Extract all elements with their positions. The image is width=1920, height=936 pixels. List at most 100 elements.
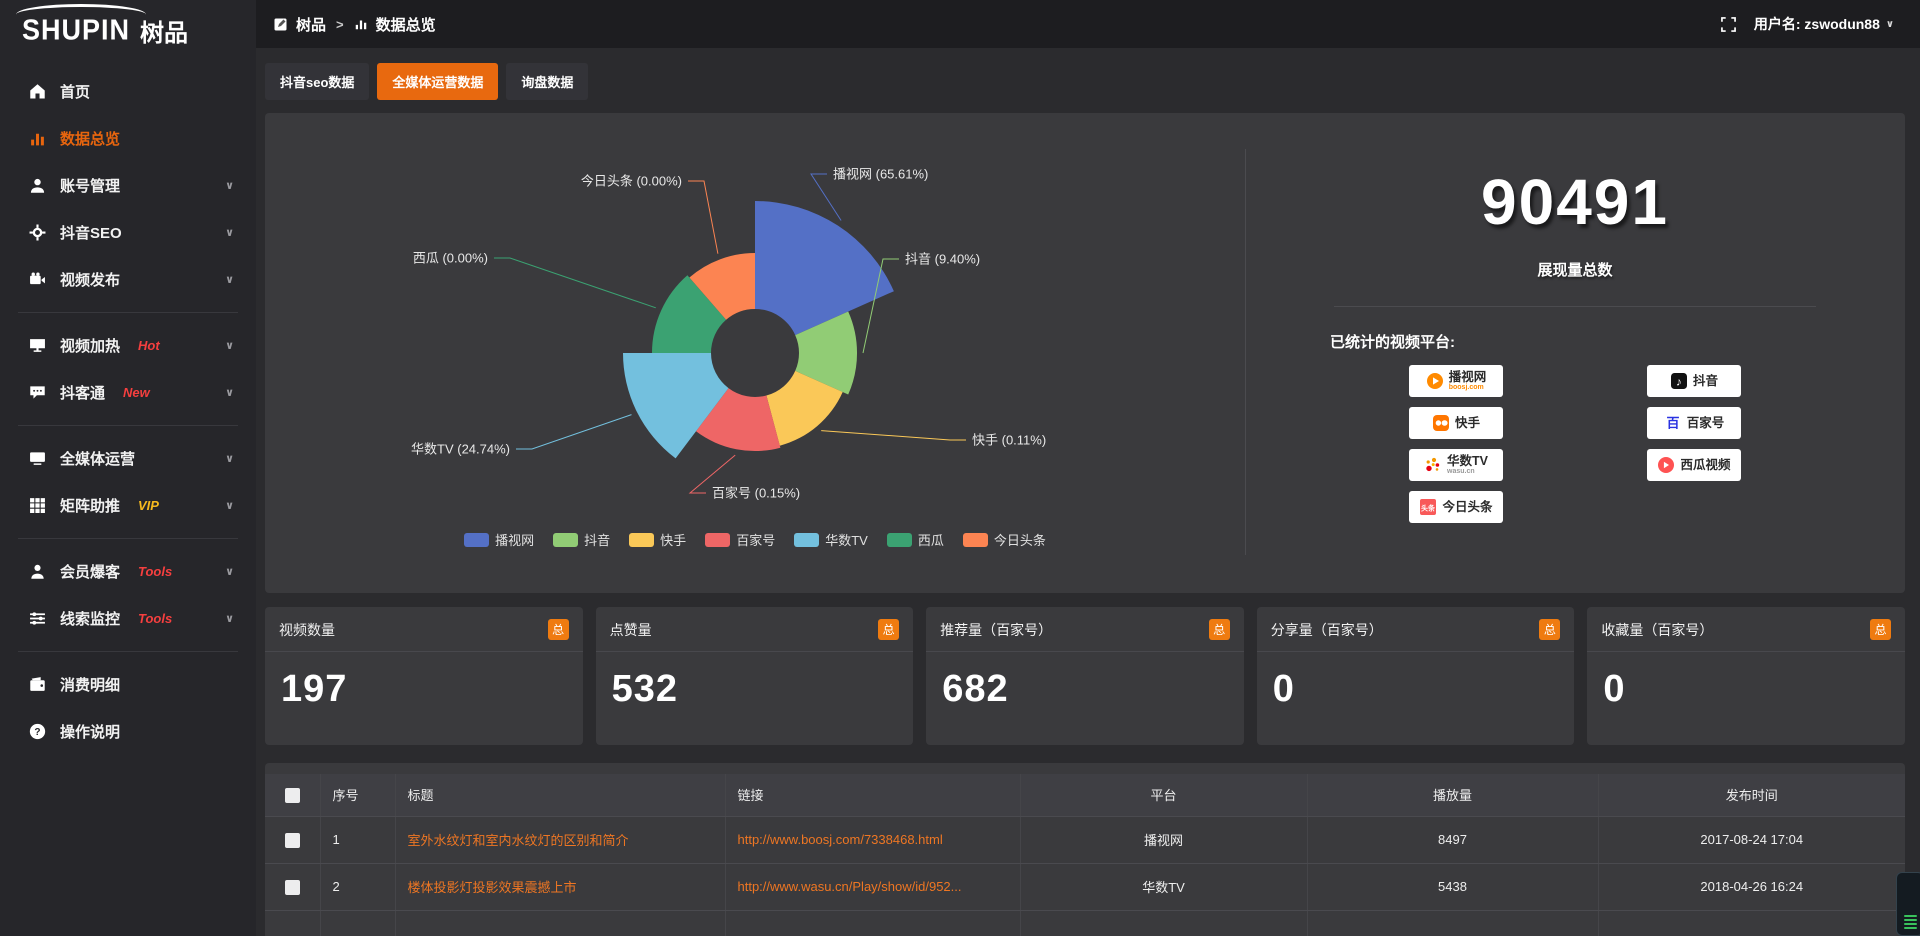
- platform-badge-快手[interactable]: 快手: [1409, 407, 1503, 439]
- legend-label: 西瓜: [918, 530, 944, 549]
- legend-item-百家号[interactable]: 百家号: [705, 530, 775, 549]
- pie-slice-华数TV[interactable]: [623, 353, 729, 458]
- stat-card-value: 197: [265, 652, 583, 727]
- tab-询盘数据[interactable]: 询盘数据: [506, 63, 588, 100]
- sidebar-item-tag: VIP: [138, 498, 159, 513]
- pie-label: 西瓜 (0.00%): [413, 251, 488, 266]
- stat-card-header: 点赞量总: [596, 607, 914, 652]
- platform-name: 百家号: [1687, 417, 1725, 430]
- platform-badge-播视网[interactable]: 播视网boosj.com: [1409, 365, 1503, 397]
- sidebar-item-tag: Hot: [138, 338, 160, 353]
- xigua-logo: [1657, 456, 1675, 474]
- legend-item-华数TV[interactable]: 华数TV: [794, 530, 868, 549]
- pie-label: 抖音 (9.40%): [905, 252, 980, 267]
- sidebar-item-account[interactable]: 账号管理∨: [0, 162, 256, 209]
- sidebar-item-matrix[interactable]: 矩阵助推VIP∨: [0, 482, 256, 529]
- video-table-card: 序号标题链接平台播放量发布时间 1室外水纹灯和室内水纹灯的区别和简介http:/…: [265, 763, 1905, 936]
- stat-card-title: 收藏量（百家号）: [1601, 620, 1713, 640]
- table-body: 1室外水纹灯和室内水纹灯的区别和简介http://www.boosj.com/7…: [265, 816, 1905, 936]
- sidebar-divider: [18, 312, 238, 313]
- legend-item-快手[interactable]: 快手: [629, 530, 686, 549]
- sidebar-item-help[interactable]: ?操作说明: [0, 708, 256, 755]
- stat-card-header: 视频数量总: [265, 607, 583, 652]
- douyin-logo: ♪: [1670, 372, 1688, 390]
- bar-chart-icon: [354, 17, 368, 31]
- pie-slice-播视网[interactable]: [755, 201, 894, 335]
- fullscreen-icon[interactable]: [1721, 17, 1736, 32]
- legend-item-抖音[interactable]: 抖音: [553, 530, 610, 549]
- video-title-link[interactable]: 楼体投影灯投影效果震撼上市: [395, 863, 725, 910]
- pie-label-line: [494, 258, 656, 308]
- platform-badge-华数TV[interactable]: 华数TVwasu.cn: [1409, 449, 1503, 481]
- column-header-序号[interactable]: 序号: [320, 774, 395, 816]
- table-cell: 2017-08-24 17:04: [1598, 816, 1905, 863]
- row-checkbox[interactable]: [285, 880, 300, 895]
- sidebar-item-heat[interactable]: 视频加热Hot∨: [0, 322, 256, 369]
- select-all-checkbox[interactable]: [285, 788, 300, 803]
- sidebar-item-overview[interactable]: 数据总览: [0, 115, 256, 162]
- stat-card-视频数量: 视频数量总197: [265, 607, 583, 745]
- gear-icon: [28, 224, 46, 242]
- video-url-link[interactable]: http://www.wasu.cn/Play/show/id/952...: [725, 863, 1020, 910]
- video-title-link[interactable]: 室外水纹灯和室内水纹灯的区别和简介: [395, 816, 725, 863]
- platform-badge-今日头条[interactable]: 头条今日头条: [1409, 491, 1503, 523]
- legend-swatch: [629, 533, 654, 547]
- sidebar-item-home[interactable]: 首页: [0, 68, 256, 115]
- breadcrumb-root[interactable]: 树品: [296, 14, 326, 35]
- total-badge[interactable]: 总: [1870, 619, 1891, 640]
- total-badge[interactable]: 总: [548, 619, 569, 640]
- legend-item-今日头条[interactable]: 今日头条: [963, 530, 1046, 549]
- sidebar-item-expense[interactable]: 消费明细: [0, 661, 256, 708]
- total-badge[interactable]: 总: [1539, 619, 1560, 640]
- legend-swatch: [464, 533, 489, 547]
- svg-text:?: ?: [34, 727, 40, 738]
- stat-card-点赞量: 点赞量总532: [596, 607, 914, 745]
- pie-label-line: [688, 181, 718, 254]
- legend-item-西瓜[interactable]: 西瓜: [887, 530, 944, 549]
- platform-badge-西瓜视频[interactable]: 西瓜视频: [1647, 449, 1741, 481]
- user-icon: [28, 177, 46, 195]
- row-checkbox[interactable]: [285, 833, 300, 848]
- video-table: 序号标题链接平台播放量发布时间 1室外水纹灯和室内水纹灯的区别和简介http:/…: [265, 774, 1905, 936]
- svg-text:♪: ♪: [1676, 377, 1682, 389]
- video-url-link[interactable]: http://www.boosj.com/7338468.html: [725, 816, 1020, 863]
- question-icon: ?: [28, 723, 46, 741]
- floating-widget[interactable]: [1896, 872, 1920, 936]
- column-header-标题[interactable]: 标题: [395, 774, 725, 816]
- stat-card-收藏量（百家号）: 收藏量（百家号）总0: [1587, 607, 1905, 745]
- sidebar-item-douketong[interactable]: 抖客通New∨: [0, 369, 256, 416]
- stat-card-value: 682: [926, 652, 1244, 727]
- platform-badges: 播视网boosj.com ♪抖音快手 百百家号华数TVwasu.cn 西瓜视频头条今日…: [1409, 365, 1741, 523]
- topbar-right: 用户名: zswodun88 ∨: [1721, 14, 1894, 34]
- platform-sub: wasu.cn: [1447, 468, 1488, 475]
- sidebar-item-member[interactable]: 会员爆客Tools∨: [0, 548, 256, 595]
- table-cell: 2018-04-26 16:24: [1598, 863, 1905, 910]
- toutiao-logo: 头条: [1419, 498, 1437, 516]
- column-header-链接[interactable]: 链接: [725, 774, 1020, 816]
- tab-抖音seo数据[interactable]: 抖音seo数据: [265, 63, 369, 100]
- legend-label: 百家号: [736, 530, 775, 549]
- legend-item-播视网[interactable]: 播视网: [464, 530, 534, 549]
- sidebar-item-label: 全媒体运营: [60, 448, 135, 469]
- sidebar-item-publish[interactable]: 视频发布∨: [0, 256, 256, 303]
- chevron-down-icon: ∨: [225, 226, 234, 239]
- table-head: 序号标题链接平台播放量发布时间: [265, 774, 1905, 816]
- table-row[interactable]: 2楼体投影灯投影效果震撼上市http://www.wasu.cn/Play/sh…: [265, 863, 1905, 910]
- sidebar-item-seo[interactable]: 抖音SEO∨: [0, 209, 256, 256]
- table-row[interactable]: 1室外水纹灯和室内水纹灯的区别和简介http://www.boosj.com/7…: [265, 816, 1905, 863]
- sidebar-item-clue[interactable]: 线索监控Tools∨: [0, 595, 256, 642]
- column-header-播放量[interactable]: 播放量: [1307, 774, 1598, 816]
- data-tabs: 抖音seo数据全媒体运营数据询盘数据: [265, 63, 1905, 100]
- breadcrumb-separator: >: [336, 17, 344, 32]
- table-cell: 8497: [1307, 816, 1598, 863]
- column-header-发布时间[interactable]: 发布时间: [1598, 774, 1905, 816]
- sidebar-item-media[interactable]: 全媒体运营∨: [0, 435, 256, 482]
- total-badge[interactable]: 总: [878, 619, 899, 640]
- platform-badge-百家号[interactable]: 百百家号: [1647, 407, 1741, 439]
- tab-全媒体运营数据[interactable]: 全媒体运营数据: [377, 63, 498, 100]
- total-badge[interactable]: 总: [1209, 619, 1230, 640]
- column-header-平台[interactable]: 平台: [1020, 774, 1307, 816]
- page-content: 抖音seo数据全媒体运营数据询盘数据 播视网 (65.61%)抖音 (9.40%…: [256, 48, 1920, 936]
- user-menu[interactable]: 用户名: zswodun88 ∨: [1754, 14, 1894, 34]
- platform-badge-抖音[interactable]: ♪抖音: [1647, 365, 1741, 397]
